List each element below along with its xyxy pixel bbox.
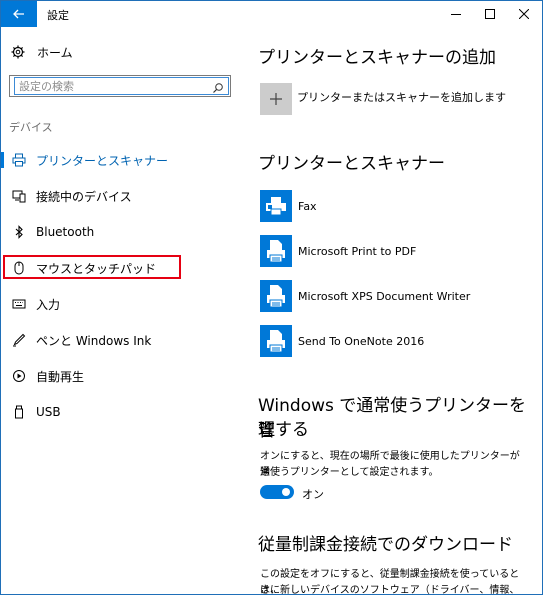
printer-name: Send To OneNote 2016: [298, 334, 425, 348]
search-box[interactable]: 設定の検索: [9, 75, 231, 97]
close-icon: [519, 9, 529, 19]
sidebar-item-label: 接続中のデバイス: [36, 189, 132, 204]
settings-window: 設定 ホーム 設定の検索 デバイス プリンターとスキャナー 接続中のデバイス B…: [0, 0, 543, 595]
printer-doc-icon: [260, 280, 292, 312]
add-section-heading: プリンターとスキャナーの追加: [258, 48, 496, 68]
highlight-annotation: [3, 255, 181, 279]
search-input[interactable]: 設定の検索: [14, 77, 229, 95]
back-arrow-icon: [13, 9, 24, 19]
default-printer-heading-line2: 理する: [258, 420, 309, 440]
sidebar: ホーム 設定の検索 デバイス プリンターとスキャナー 接続中のデバイス Blue…: [1, 27, 231, 594]
minimize-icon: [451, 14, 461, 15]
printer-item-onenote[interactable]: Send To OneNote 2016: [260, 325, 424, 357]
sidebar-item-label: 入力: [36, 297, 61, 312]
active-indicator: [1, 152, 4, 168]
keyboard-icon: [11, 297, 27, 311]
sidebar-item-label: 自動再生: [36, 369, 85, 384]
printer-item-fax[interactable]: Fax: [260, 190, 317, 222]
sidebar-item-bluetooth[interactable]: Bluetooth: [1, 217, 231, 247]
maximize-icon: [485, 9, 495, 19]
sidebar-item-autoplay[interactable]: 自動再生: [1, 361, 231, 391]
sidebar-item-label: ペンと Windows Ink: [36, 333, 152, 348]
usb-icon: [11, 405, 27, 419]
printer-icon: [11, 153, 27, 167]
default-printer-toggle[interactable]: [260, 485, 294, 499]
printer-name: Microsoft XPS Document Writer: [298, 289, 471, 303]
sidebar-item-usb[interactable]: USB: [1, 397, 231, 427]
printer-item-pdf[interactable]: Microsoft Print to PDF: [260, 235, 416, 267]
metered-heading: 従量制課金接続でのダウンロード: [258, 535, 513, 555]
plus-icon: [270, 93, 282, 105]
title-bar: 設定: [1, 1, 542, 27]
add-printer-button[interactable]: [260, 83, 292, 115]
close-button[interactable]: [507, 1, 541, 27]
section-label-devices: デバイス: [9, 121, 53, 134]
window-title: 設定: [47, 9, 69, 22]
printer-name: Fax: [298, 199, 317, 213]
maximize-button[interactable]: [473, 1, 507, 27]
printer-doc-icon: [260, 325, 292, 357]
home-link[interactable]: ホーム: [9, 41, 73, 63]
sidebar-item-label: Bluetooth: [36, 225, 95, 239]
printer-item-xps[interactable]: Microsoft XPS Document Writer: [260, 280, 470, 312]
bluetooth-icon: [11, 225, 27, 239]
fax-icon: [260, 190, 292, 222]
printers-section-heading: プリンターとスキャナー: [258, 154, 445, 174]
sidebar-item-printers[interactable]: プリンターとスキャナー: [1, 145, 231, 175]
pen-icon: [11, 333, 27, 347]
back-button[interactable]: [1, 1, 37, 27]
default-printer-desc-line2: 常使うプリンターとして設定されます。: [260, 467, 439, 478]
sidebar-item-typing[interactable]: 入力: [1, 289, 231, 319]
printer-doc-icon: [260, 235, 292, 267]
printer-name: Microsoft Print to PDF: [298, 244, 417, 258]
search-icon[interactable]: [212, 79, 224, 98]
sidebar-item-label: プリンターとスキャナー: [36, 153, 169, 168]
toggle-knob: [282, 488, 290, 496]
sidebar-item-pen-ink[interactable]: ペンと Windows Ink: [1, 325, 231, 355]
minimize-button[interactable]: [439, 1, 473, 27]
autoplay-icon: [11, 369, 27, 383]
metered-desc-line2: は、新しいデバイスのソフトウェア（ドライバー、情報、アプリ）: [260, 585, 520, 595]
home-label: ホーム: [37, 45, 73, 60]
main-content: プリンターとスキャナーの追加 プリンターまたはスキャナーを追加します プリンター…: [231, 27, 542, 594]
sidebar-item-connected-devices[interactable]: 接続中のデバイス: [1, 181, 231, 211]
sidebar-item-label: USB: [36, 405, 61, 419]
devices-icon: [11, 189, 27, 203]
add-printer-label[interactable]: プリンターまたはスキャナーを追加します: [297, 89, 506, 105]
gear-icon: [9, 45, 27, 59]
toggle-state-label: オン: [302, 488, 324, 501]
